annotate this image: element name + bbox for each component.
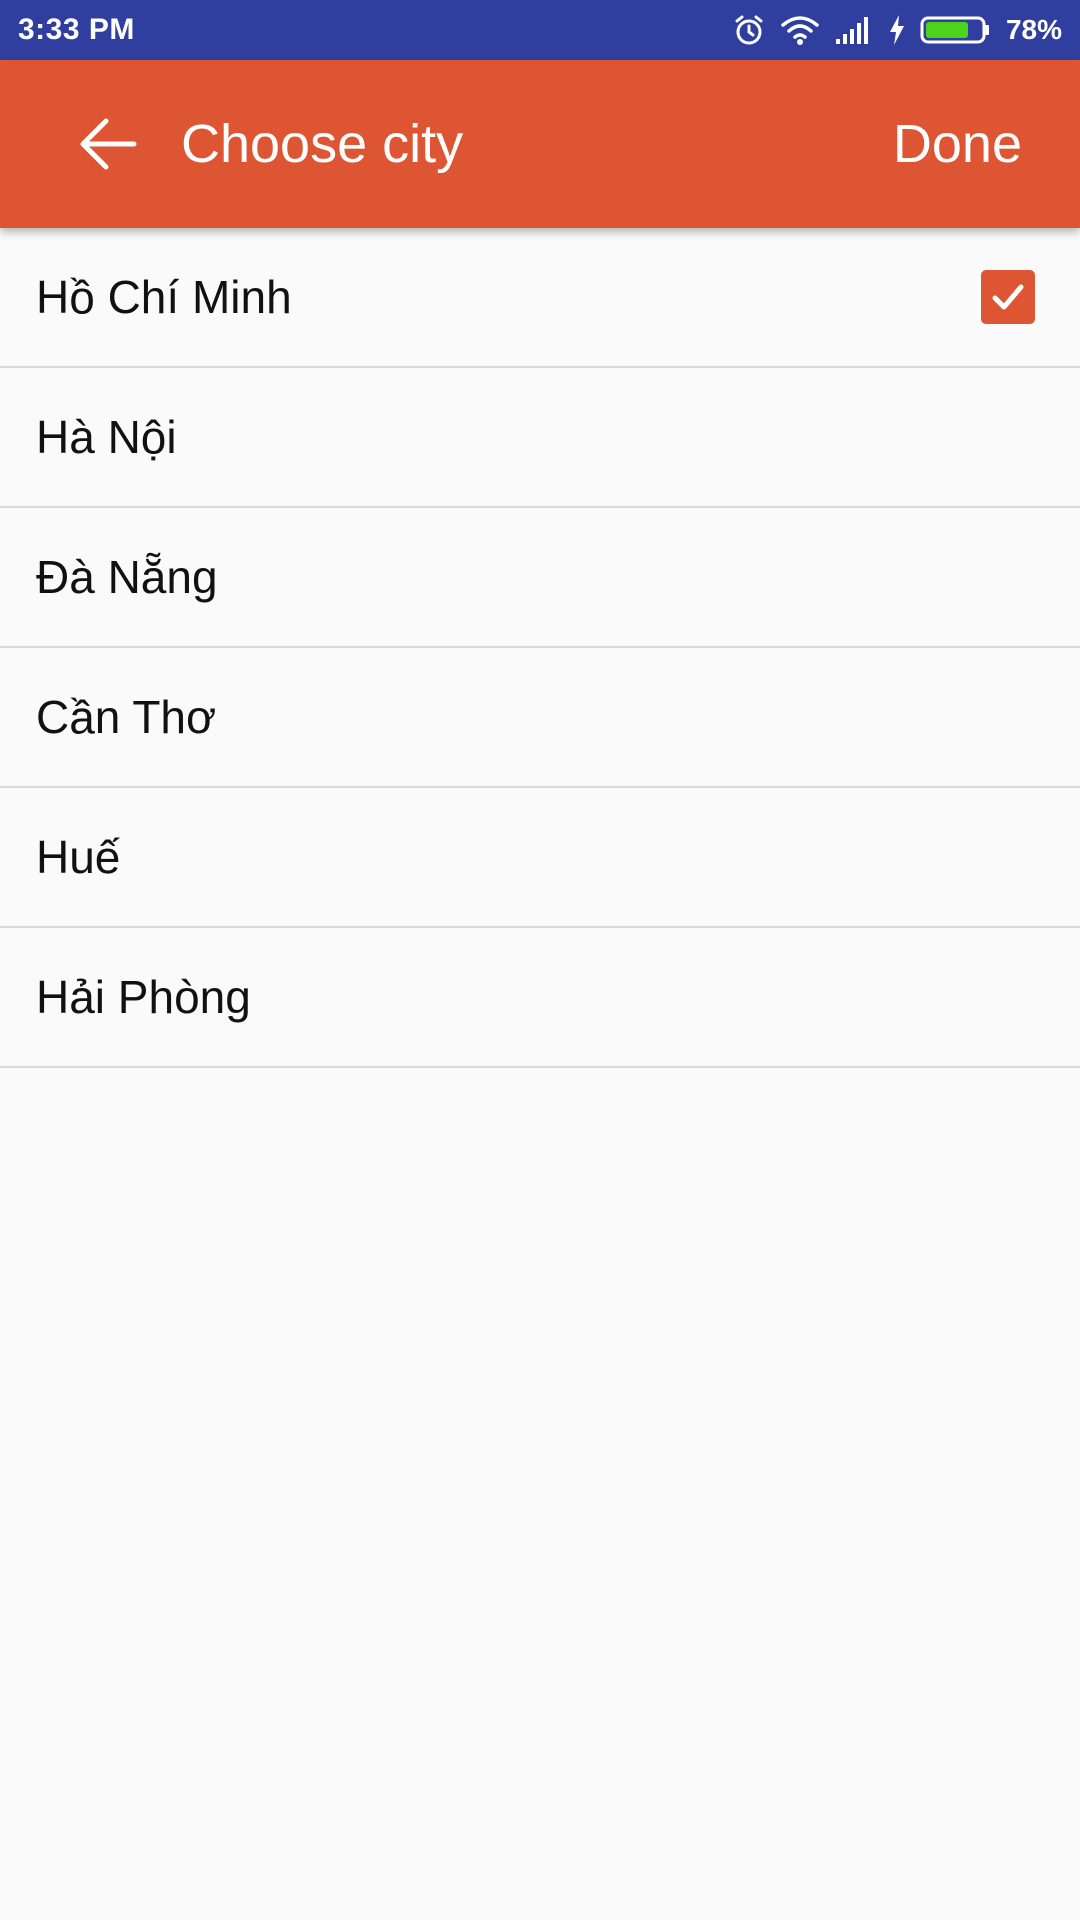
city-list: Hồ Chí Minh Hà Nội Đà Nẵng Cần Thơ Huế Hải Ph… [0,228,1080,1068]
done-button[interactable]: Done [893,113,1022,175]
city-list-item[interactable]: Đà Nẵng [0,508,1080,648]
arrow-left-icon [80,118,137,170]
battery-percent: 78% [1005,14,1062,45]
battery-icon [920,15,992,45]
city-list-item[interactable]: Hải Phòng [0,928,1080,1068]
checkbox-checked-icon[interactable] [981,270,1035,324]
city-name: Hải Phòng [36,971,251,1023]
city-list-item[interactable]: Hồ Chí Minh [0,228,1080,368]
back-button[interactable] [58,94,158,194]
city-name: Huế [36,831,121,883]
city-list-item[interactable]: Huế [0,788,1080,928]
status-icons: 78% [732,13,1062,47]
page-title: Choose city [181,114,464,174]
status-time: 3:33 PM [18,13,135,46]
app-toolbar: Choose city Done [0,60,1080,228]
city-name: Đà Nẵng [36,551,218,603]
charging-icon [888,14,906,46]
city-name: Hồ Chí Minh [36,271,292,323]
city-name: Hà Nội [36,411,177,463]
city-name: Cần Thơ [36,691,217,743]
status-bar: 3:33 PM 78% [0,0,1080,60]
city-list-item[interactable]: Hà Nội [0,368,1080,508]
wifi-icon [780,14,820,46]
signal-icon [834,15,874,45]
city-list-item[interactable]: Cần Thơ [0,648,1080,788]
alarm-icon [732,13,766,47]
